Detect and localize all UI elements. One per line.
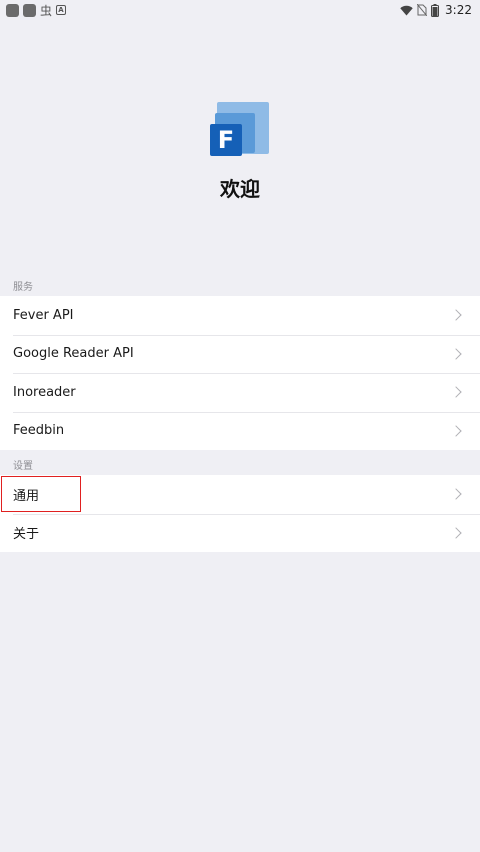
settings-group: 通用 关于 (0, 475, 480, 552)
status-bar: 虫 A 3:22 (0, 0, 480, 20)
chevron-right-icon (450, 309, 462, 321)
settings-item-label: 关于 (13, 527, 40, 543)
status-right: 3:22 (400, 3, 472, 17)
service-item-label: Fever API (13, 307, 74, 323)
app-icon (23, 3, 36, 17)
logo-letter: F (210, 124, 242, 156)
service-item-label: Feedbin (13, 423, 65, 439)
battery-icon (431, 3, 440, 17)
chevron-right-icon (450, 527, 462, 539)
welcome-title: 欢迎 (220, 177, 260, 201)
service-item-fever-api[interactable]: Fever API (0, 296, 480, 335)
no-sim-icon (417, 4, 428, 16)
app-icon (6, 3, 19, 17)
section-label-settings: 设置 (13, 461, 33, 472)
settings-item-general[interactable]: 通用 (0, 475, 480, 514)
section-label-services: 服务 (13, 282, 33, 293)
settings-item-about[interactable]: 关于 (0, 513, 480, 553)
status-left: 虫 A (6, 2, 67, 19)
service-item-feedbin[interactable]: Feedbin (0, 411, 480, 451)
clock: 3:22 (445, 3, 472, 17)
chevron-right-icon (450, 348, 462, 360)
service-item-google-reader-api[interactable]: Google Reader API (0, 334, 480, 374)
app-logo: F (210, 100, 270, 160)
chevron-right-icon (450, 425, 462, 437)
welcome-header: F 欢迎 (0, 100, 480, 202)
services-group: Fever API Google Reader API Inoreader Fe… (0, 296, 480, 450)
service-item-inoreader[interactable]: Inoreader (0, 373, 480, 412)
wifi-icon (400, 5, 413, 15)
bug-icon: 虫 (40, 3, 53, 18)
service-item-label: Google Reader API (13, 346, 134, 362)
settings-item-label: 通用 (13, 488, 40, 504)
service-item-label: Inoreader (13, 384, 76, 400)
chevron-right-icon (450, 386, 462, 398)
chevron-right-icon (450, 488, 462, 500)
accessibility-icon: A (56, 5, 67, 15)
